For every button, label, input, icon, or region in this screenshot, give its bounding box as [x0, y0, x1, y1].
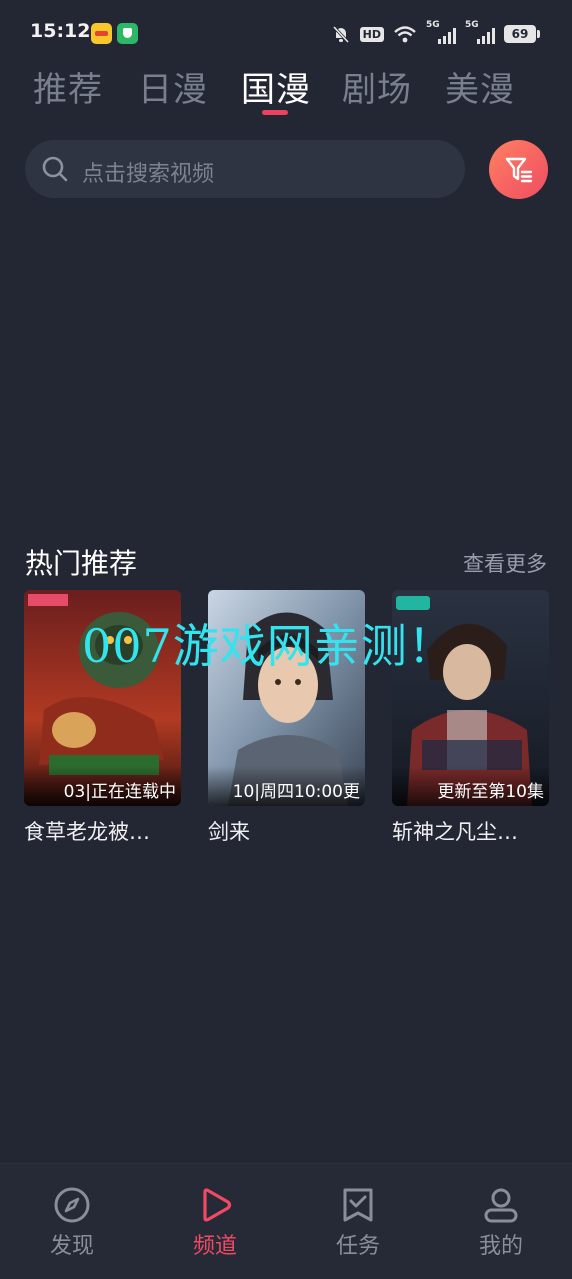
nav-channel[interactable]: 频道 — [165, 1186, 265, 1260]
signal-2: 5G — [465, 20, 495, 44]
bottom-navigation: 发现 频道 任务 我的 — [0, 1163, 572, 1279]
video-title: 剑来 — [208, 820, 250, 844]
signal-1: 5G — [426, 20, 456, 44]
wifi-icon — [394, 26, 416, 43]
signal-bars-icon — [438, 28, 456, 44]
video-title: 食草老龙被… — [24, 820, 150, 844]
nav-label: 我的 — [478, 1234, 523, 1259]
nav-label: 任务 — [335, 1234, 380, 1259]
nav-discover[interactable]: 发现 — [22, 1186, 122, 1260]
filter-button[interactable] — [489, 140, 548, 199]
status-time: 15:12 — [30, 20, 91, 42]
filter-icon — [505, 157, 533, 183]
search-input[interactable]: 点击搜索视频 — [25, 140, 465, 198]
tab-american-anime[interactable]: 美漫 — [445, 62, 515, 111]
episode-label: 03|正在连载中 — [63, 782, 176, 802]
episode-label: 10|周四10:00更 — [232, 782, 360, 802]
nav-label: 频道 — [192, 1234, 237, 1259]
battery-icon: 69 — [504, 25, 540, 43]
battery-level: 69 — [511, 27, 529, 41]
tab-theater[interactable]: 剧场 — [342, 62, 412, 111]
section-title: 热门推荐 — [25, 547, 138, 580]
watermark-text: 007游戏网亲测！ — [82, 619, 455, 673]
search-placeholder: 点击搜索视频 — [82, 162, 215, 187]
episode-label: 更新至第10集 — [437, 782, 544, 802]
compass-icon — [54, 1187, 90, 1223]
mute-bell-icon — [332, 25, 349, 44]
tab-japanese-anime[interactable]: 日漫 — [138, 62, 208, 111]
app-screen: 15:12 HD 5G 5G 69 推荐 日漫 国漫 剧场 美漫 点击搜索视频 … — [0, 0, 572, 1279]
status-indicators: HD 5G 5G 69 — [331, 20, 540, 46]
nav-profile[interactable]: 我的 — [451, 1186, 551, 1260]
search-icon — [42, 156, 68, 182]
hd-badge: HD — [359, 26, 384, 42]
nav-label: 发现 — [49, 1234, 94, 1259]
video-title: 斩神之凡尘… — [392, 820, 518, 844]
status-bar: 15:12 HD 5G 5G 69 — [0, 0, 572, 60]
category-tabs: 推荐 日漫 国漫 剧场 美漫 — [0, 58, 572, 118]
user-icon — [484, 1188, 518, 1223]
shield-app-icon — [117, 23, 138, 44]
signal-bars-icon — [477, 28, 495, 44]
tab-recommend[interactable]: 推荐 — [33, 62, 103, 111]
view-more-link[interactable]: 查看更多 — [463, 548, 547, 578]
play-icon — [203, 1188, 232, 1222]
nav-tasks[interactable]: 任务 — [308, 1186, 408, 1260]
tab-chinese-anime[interactable]: 国漫 — [241, 62, 311, 111]
active-tab-indicator — [262, 110, 288, 115]
task-icon — [343, 1188, 373, 1222]
meituan-app-icon — [91, 23, 112, 44]
